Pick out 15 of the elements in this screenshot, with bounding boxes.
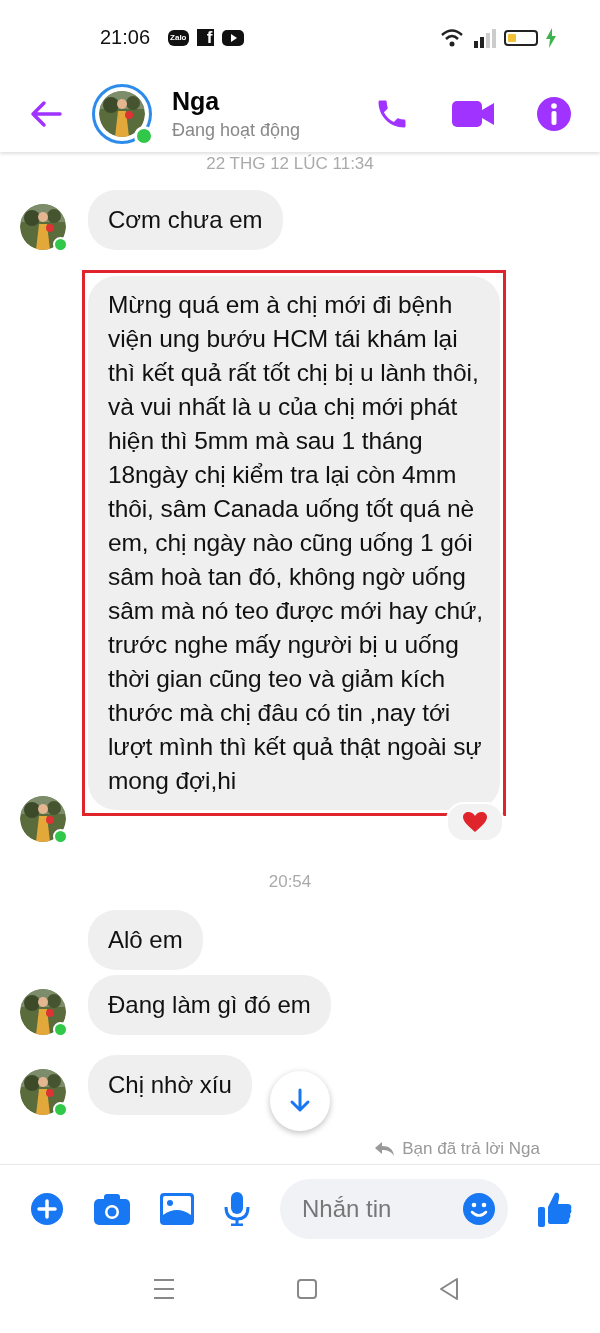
zalo-icon: Zalo <box>168 29 189 46</box>
status-time: 21:06 <box>100 26 151 49</box>
facebook-icon: f <box>196 29 214 46</box>
timestamp: 20:54 <box>268 872 312 892</box>
message-bubble[interactable]: Cơm chưa em <box>88 190 283 250</box>
message-input[interactable]: Nhắn tin <box>300 1194 462 1224</box>
message-bubble[interactable]: Chị nhờ xíu <box>88 1055 252 1115</box>
contact-status: Đang hoạt động <box>172 119 301 141</box>
message-bubble[interactable]: Alô em <box>88 910 203 970</box>
message-bubble[interactable]: Đang làm gì đó em <box>88 975 331 1035</box>
timestamp: 22 THG 12 LÚC 11:34 <box>206 154 374 174</box>
message-bubble[interactable]: Mừng quá em à chị mới đi bệnh viện ung bướu HCM tái khám lại thì kết quả rất tốt chị bị u lành thôi, và vui nhất là u của chị mới phát hiện thì 5mm mà sau 1 tháng 18ngày chị kiểm tra lại còn 4mm thôi, sâm Canada uống tốt quá nè em, chị ngày nào cũng uống 1 gói sâm hoà tan đó, không ngờ uống sâm mà nó teo được mới hay chứ, trước nghe mấy người bị u uống thời gian cũng teo và giảm kích thước mà chị đâu có tin ,nay tới lượt mình thì kết quả thật ngoài sự mong đợi,hi <box>88 276 500 810</box>
contact-name: Nga <box>172 86 221 116</box>
reply-notice: Bạn đã trả lời Nga <box>402 1138 540 1159</box>
message-field[interactable]: Nhắn tin <box>280 1179 508 1239</box>
